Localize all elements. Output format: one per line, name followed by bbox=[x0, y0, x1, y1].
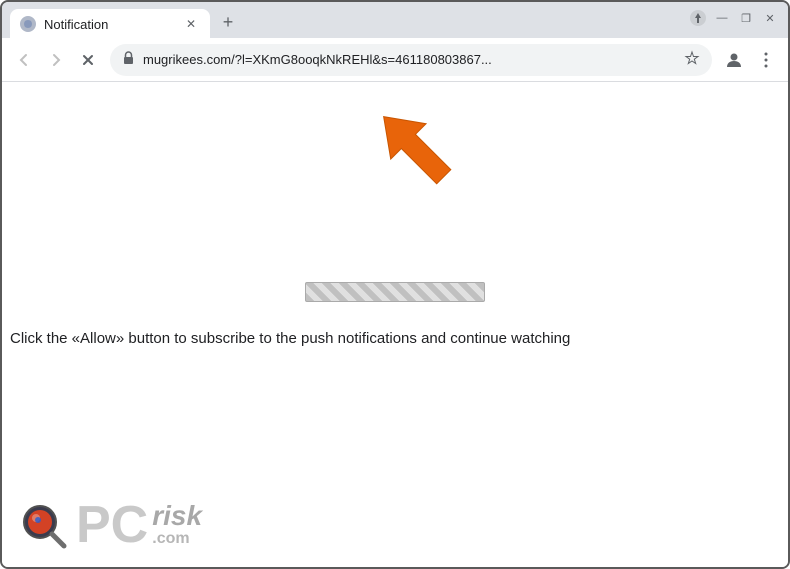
new-tab-button[interactable]: + bbox=[214, 8, 242, 36]
watermark: PC risk .com bbox=[18, 499, 202, 551]
page-content: Click the «Allow» button to subscribe to… bbox=[2, 82, 788, 567]
reload-button[interactable] bbox=[74, 46, 102, 74]
url-text: mugrikees.com/?l=XKmG8ooqkNkREHl&s=46118… bbox=[143, 52, 676, 67]
profile-button[interactable] bbox=[720, 46, 748, 74]
pcrisk-logo: PC risk .com bbox=[76, 499, 202, 551]
pcrisk-magnifier-icon bbox=[18, 500, 68, 550]
window-controls: — ❐ ✕ bbox=[712, 8, 780, 28]
pc-text: PC bbox=[76, 499, 148, 551]
tab-close-button[interactable]: ✕ bbox=[182, 15, 200, 33]
menu-button[interactable] bbox=[752, 46, 780, 74]
bookmark-icon[interactable] bbox=[684, 50, 700, 69]
active-tab[interactable]: Notification ✕ bbox=[10, 9, 210, 39]
title-bar: Notification ✕ + — ❐ ✕ bbox=[2, 2, 788, 38]
progress-bar bbox=[305, 282, 485, 302]
lock-icon bbox=[122, 51, 135, 68]
maximize-button[interactable]: ❐ bbox=[736, 8, 756, 28]
browser-window: Notification ✕ + — ❐ ✕ bbox=[0, 0, 790, 569]
nav-bar: mugrikees.com/?l=XKmG8ooqkNkREHl&s=46118… bbox=[2, 38, 788, 82]
risk-text: risk bbox=[152, 502, 202, 530]
instruction-label: Click the «Allow» button to subscribe to… bbox=[10, 330, 570, 347]
com-text: .com bbox=[152, 530, 202, 548]
orange-arrow bbox=[359, 97, 479, 212]
instruction-text: Click the «Allow» button to subscribe to… bbox=[10, 330, 788, 348]
close-button[interactable]: ✕ bbox=[760, 8, 780, 28]
download-icon[interactable] bbox=[689, 9, 707, 27]
progress-area bbox=[305, 282, 485, 302]
address-bar[interactable]: mugrikees.com/?l=XKmG8ooqkNkREHl&s=46118… bbox=[110, 44, 712, 76]
forward-button[interactable] bbox=[42, 46, 70, 74]
tab-favicon bbox=[20, 16, 36, 32]
tab-title: Notification bbox=[44, 17, 174, 32]
back-button[interactable] bbox=[10, 46, 38, 74]
tab-area: Notification ✕ + bbox=[10, 2, 684, 38]
minimize-button[interactable]: — bbox=[712, 8, 732, 28]
